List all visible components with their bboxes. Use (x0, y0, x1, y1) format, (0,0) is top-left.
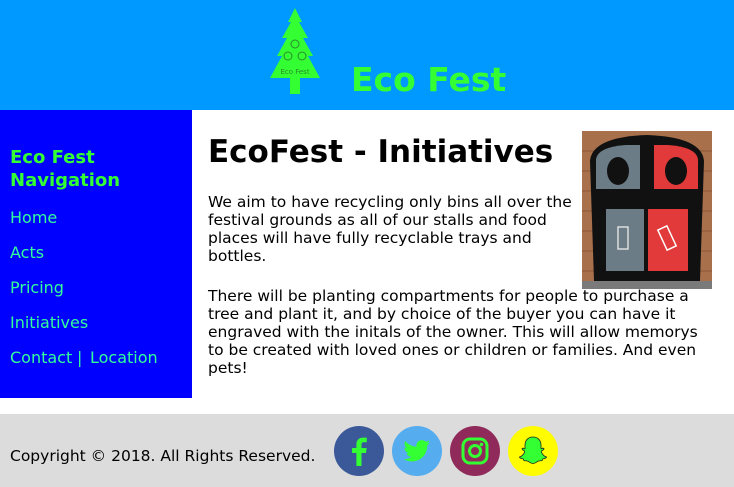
nav-link-location[interactable]: Location (90, 348, 158, 368)
pine-tree-logo: Eco Fest (270, 8, 320, 94)
copyright-text: Copyright © 2018. All Rights Reserved. (10, 447, 316, 465)
twitter-icon (403, 440, 430, 462)
logo-text: Eco Fest (280, 68, 309, 76)
site-title: Eco Fest (351, 60, 507, 99)
nav-link-home[interactable]: Home (10, 208, 57, 228)
page-title: EcoFest - Initiatives (208, 134, 554, 170)
snapchat-icon (519, 436, 547, 464)
instagram-link[interactable] (450, 426, 500, 476)
recycling-paragraph: We aim to have recycling only bins all o… (208, 193, 572, 265)
nav-separator: | (77, 348, 83, 367)
nav-heading: Eco Fest Navigation (10, 147, 121, 191)
site-footer: Copyright © 2018. All Rights Reserved. (0, 414, 734, 487)
planting-paragraph: There will be planting compartments for … (208, 287, 698, 377)
recycling-bin-photo (582, 131, 712, 289)
site-header: Eco Fest Eco Fest (0, 0, 734, 110)
nav-link-acts[interactable]: Acts (10, 243, 44, 263)
nav-link-pricing[interactable]: Pricing (10, 278, 64, 298)
snapchat-link[interactable] (508, 426, 558, 476)
facebook-link[interactable] (334, 426, 384, 476)
twitter-link[interactable] (392, 426, 442, 476)
nav-link-initiatives[interactable]: Initiatives (10, 313, 88, 333)
nav-link-contact[interactable]: Contact (10, 348, 72, 368)
sidebar-navigation: Eco Fest Navigation Home Acts Pricing In… (0, 110, 192, 398)
instagram-icon (461, 437, 489, 465)
facebook-icon (352, 437, 367, 466)
